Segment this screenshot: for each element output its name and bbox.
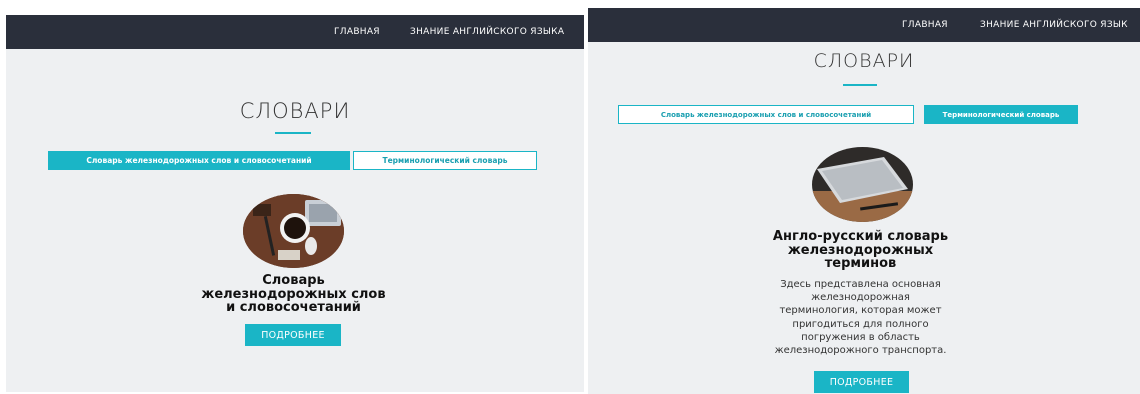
tab-terminology[interactable]: Терминологический словарь	[353, 151, 537, 170]
card-title: Англо-русский словарь железнодорожных те…	[728, 230, 993, 271]
card-title-line: Словарь	[262, 273, 325, 288]
dictionaries-page-right: ГЛАВНАЯ ЗНАНИЕ АНГЛИЙСКОГО ЯЗЫК СЛОВАРИ …	[588, 8, 1140, 394]
card-description-line: пригодиться для полного	[792, 318, 929, 330]
laptop-on-desk-photo	[812, 147, 913, 222]
card-description-line: железнодорожная	[811, 292, 910, 304]
more-button[interactable]: ПОДРОБНЕЕ	[245, 324, 341, 346]
card-description-line: железнодорожного транспорта.	[774, 344, 947, 356]
nav-english-link[interactable]: ЗНАНИЕ АНГЛИЙСКОГО ЯЗЫК	[980, 8, 1128, 42]
card-title-line: железнодорожных	[787, 242, 934, 258]
tab-railway-words[interactable]: Словарь железнодорожных слов и словосоче…	[618, 105, 914, 124]
page-title: СЛОВАРИ	[239, 99, 351, 123]
card-description-line: терминология, которая может	[779, 305, 942, 317]
tab-railway-words[interactable]: Словарь железнодорожных слов и словосоче…	[48, 151, 350, 170]
nav-home-link[interactable]: ГЛАВНАЯ	[902, 8, 948, 42]
card-title-line: и словосочетаний	[226, 300, 361, 316]
card-description-line: Здесь представлена основная	[780, 279, 941, 290]
card-title-line: Англо-русский словарь	[772, 229, 949, 244]
card-title-line: терминов	[824, 256, 897, 272]
dictionaries-page-left: ГЛАВНАЯ ЗНАНИЕ АНГЛИЙСКОГО ЯЗЫКА СЛОВАРИ…	[6, 15, 584, 392]
title-underline	[275, 132, 311, 134]
nav-english-link[interactable]: ЗНАНИЕ АНГЛИЙСКОГО ЯЗЫКА	[410, 15, 564, 49]
card-title-line: железнодорожных слов	[201, 286, 386, 302]
nav-home-link[interactable]: ГЛАВНАЯ	[334, 15, 380, 49]
card-description-line: погружения в область	[801, 331, 920, 343]
navbar: ГЛАВНАЯ ЗНАНИЕ АНГЛИЙСКОГО ЯЗЫКА	[6, 15, 584, 49]
navbar: ГЛАВНАЯ ЗНАНИЕ АНГЛИЙСКОГО ЯЗЫК	[588, 8, 1140, 42]
tab-terminology[interactable]: Терминологический словарь	[924, 105, 1078, 124]
card-description: Здесь представлена основная железнодорож…	[738, 278, 983, 357]
title-underline	[843, 84, 877, 86]
page-title: СЛОВАРИ	[813, 50, 915, 72]
desk-with-coffee-photo	[243, 194, 344, 268]
card-title: Словарь железнодорожных слов и словосоче…	[156, 274, 431, 315]
more-button[interactable]: ПОДРОБНЕЕ	[814, 371, 909, 393]
